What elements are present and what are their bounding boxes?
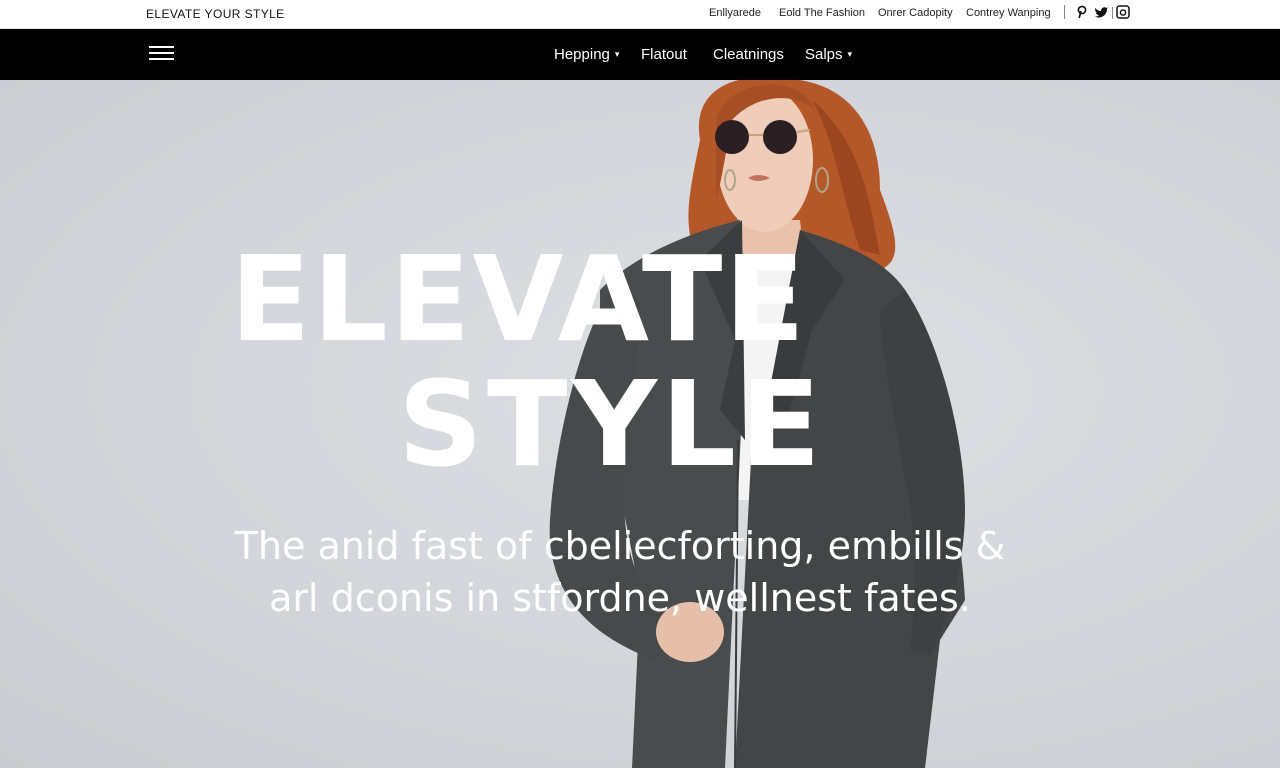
chevron-down-icon: ▾ — [614, 49, 620, 59]
hero-banner: ELEVATE STYLE The anid fast of cbeliecfo… — [0, 80, 1280, 768]
main-navigation: Hepping ▾ Flatout Cleatnings Salps ▾ — [0, 29, 1280, 80]
twitter-icon[interactable] — [1094, 5, 1108, 19]
divider — [1112, 7, 1113, 19]
nav-item-hepping[interactable]: Hepping ▾ — [554, 46, 619, 63]
nav-item-label: Cleatnings — [713, 46, 784, 63]
utility-link-1[interactable]: Enllyarede — [709, 7, 761, 19]
top-utility-bar: ELEVATE YOUR STYLE Enllyarede Eold The F… — [0, 0, 1280, 29]
utility-link-2[interactable]: Eold The Fashion — [779, 7, 865, 19]
nav-item-flatout[interactable]: Flatout — [641, 46, 687, 63]
hero-subtext-line-2: arl dconis in stfordne, wellnest fates. — [269, 576, 971, 620]
nav-item-cleatnings[interactable]: Cleatnings — [713, 46, 784, 63]
hero-subtext-line-1: The anid fast of cbeliecforting, embills… — [234, 524, 1006, 568]
nav-item-salps[interactable]: Salps ▾ — [805, 46, 852, 63]
pinterest-icon[interactable] — [1075, 5, 1089, 19]
divider — [1064, 5, 1065, 19]
chevron-down-icon: ▾ — [847, 49, 853, 59]
utility-link-4[interactable]: Contrey Wanping — [966, 7, 1051, 19]
hero-headline-line-2: STYLE — [398, 355, 825, 493]
nav-item-label: Hepping — [554, 46, 610, 63]
instagram-icon[interactable] — [1116, 5, 1130, 19]
utility-link-3[interactable]: Onrer Cadopity — [878, 7, 953, 19]
hero-subtext: The anid fast of cbeliecforting, embills… — [200, 520, 1040, 624]
social-links — [1064, 5, 1134, 21]
nav-item-label: Salps — [805, 46, 843, 63]
menu-icon[interactable] — [149, 46, 174, 62]
hero-headline-line-1: ELEVATE — [230, 230, 807, 368]
nav-item-label: Flatout — [641, 46, 687, 63]
